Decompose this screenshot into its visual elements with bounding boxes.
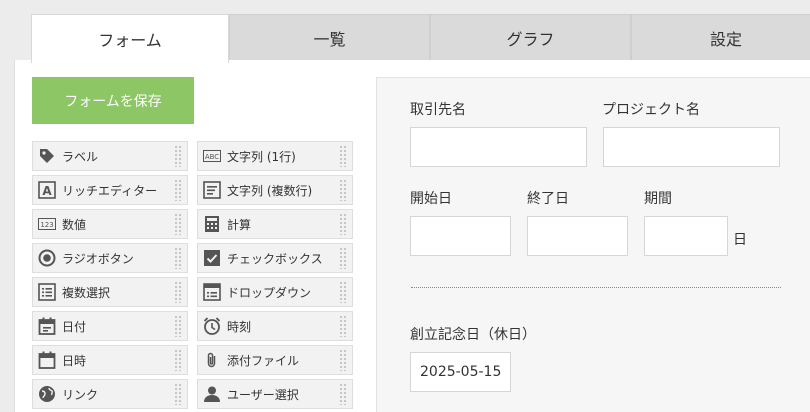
palette-item-attachment[interactable]: 添付ファイル xyxy=(197,345,353,375)
svg-text:123: 123 xyxy=(40,221,53,229)
drag-handle-icon[interactable] xyxy=(339,179,347,201)
client-name-field[interactable] xyxy=(410,127,587,167)
palette-item-text: 文字列 (複数行) xyxy=(227,183,313,198)
palette-item-text: 計算 xyxy=(227,217,252,232)
drag-handle-icon[interactable] xyxy=(339,145,347,167)
drag-handle-icon[interactable] xyxy=(339,281,347,303)
dropdown-icon xyxy=(203,283,221,301)
datetime-icon xyxy=(38,351,56,369)
tab-form[interactable]: フォーム xyxy=(31,14,229,63)
paperclip-icon xyxy=(203,351,221,369)
palette-item-multi-line[interactable]: 文字列 (複数行) xyxy=(197,175,353,205)
palette-item-dropdown[interactable]: ドロップダウン xyxy=(197,277,353,307)
radio-icon xyxy=(38,249,56,267)
drag-handle-icon[interactable] xyxy=(339,213,347,235)
palette-item-multi-select[interactable]: 複数選択 xyxy=(32,277,188,307)
end-date-label: 終了日 xyxy=(527,191,569,207)
tab-graph[interactable]: グラフ xyxy=(430,14,631,61)
drag-handle-icon[interactable] xyxy=(339,247,347,269)
palette-item-rich-editor[interactable]: A リッチエディター xyxy=(32,175,188,205)
drag-handle-icon[interactable] xyxy=(174,247,182,269)
period-unit: 日 xyxy=(733,232,747,248)
multiline-text-icon xyxy=(203,181,221,199)
start-date-field[interactable] xyxy=(410,216,511,256)
palette-item-number[interactable]: 123 数値 xyxy=(32,209,188,239)
palette-item-text: ラベル xyxy=(62,149,99,164)
drag-handle-icon[interactable] xyxy=(174,179,182,201)
tab-bar: フォーム 一覧 グラフ 設定 xyxy=(31,14,810,63)
user-icon xyxy=(203,385,221,403)
rich-editor-icon: A xyxy=(38,181,56,199)
drag-handle-icon[interactable] xyxy=(174,213,182,235)
period-field[interactable] xyxy=(644,216,728,256)
svg-text:A: A xyxy=(42,184,52,198)
palette-item-text: リンク xyxy=(62,387,99,402)
palette-item-text: 時刻 xyxy=(227,319,252,334)
palette-item-text: 数値 xyxy=(62,217,87,232)
palette-item-text: 日付 xyxy=(62,319,87,334)
calendar-icon xyxy=(38,317,56,335)
drag-handle-icon[interactable] xyxy=(339,383,347,405)
palette-item-text: 文字列 (1行) xyxy=(227,149,296,164)
anniversary-date-field[interactable]: 2025-05-15 xyxy=(410,352,511,392)
palette-item-datetime[interactable]: 日時 xyxy=(32,345,188,375)
checkbox-icon xyxy=(203,249,221,267)
multi-select-icon xyxy=(38,283,56,301)
drag-handle-icon[interactable] xyxy=(339,315,347,337)
number-icon: 123 xyxy=(38,215,56,233)
drag-handle-icon[interactable] xyxy=(339,349,347,371)
drag-handle-icon[interactable] xyxy=(174,383,182,405)
anniversary-label: 創立記念日（休日） xyxy=(410,327,536,343)
palette-item-text: ドロップダウン xyxy=(227,285,312,300)
palette-item-text: 添付ファイル xyxy=(227,353,300,368)
palette-item-label[interactable]: ラベル xyxy=(32,141,188,171)
clock-icon xyxy=(203,317,221,335)
palette-item-radio[interactable]: ラジオボタン xyxy=(32,243,188,273)
project-name-field[interactable] xyxy=(603,127,780,167)
form-editor-panel: フォームを保存 ラベル ABC 文字列 (1行) A リッチエディター 文字列 … xyxy=(14,60,810,412)
svg-text:ABC: ABC xyxy=(205,153,219,161)
tag-icon xyxy=(38,147,56,165)
tab-settings[interactable]: 設定 xyxy=(631,14,810,61)
palette-item-text: リッチエディター xyxy=(62,183,158,198)
drag-handle-icon[interactable] xyxy=(174,315,182,337)
start-date-label: 開始日 xyxy=(410,191,452,207)
palette-item-time[interactable]: 時刻 xyxy=(197,311,353,341)
tab-list[interactable]: 一覧 xyxy=(229,14,430,61)
calculator-icon xyxy=(203,215,221,233)
abc-text-icon: ABC xyxy=(203,147,221,165)
end-date-field[interactable] xyxy=(527,216,628,256)
palette-item-text: ラジオボタン xyxy=(62,251,134,266)
palette-item-checkbox[interactable]: チェックボックス xyxy=(197,243,353,273)
globe-icon xyxy=(38,385,56,403)
palette-item-text: 複数選択 xyxy=(62,285,111,300)
period-label: 期間 xyxy=(644,191,672,207)
palette-item-text: ユーザー選択 xyxy=(227,387,299,402)
drag-handle-icon[interactable] xyxy=(174,349,182,371)
drag-handle-icon[interactable] xyxy=(174,145,182,167)
palette-item-user-select[interactable]: ユーザー選択 xyxy=(197,379,353,409)
form-layout-area: 取引先名 プロジェクト名 開始日 終了日 期間 日 創立記念日（休日） 2025… xyxy=(376,77,810,412)
palette-item-date[interactable]: 日付 xyxy=(32,311,188,341)
client-name-label: 取引先名 xyxy=(410,102,466,118)
save-form-button[interactable]: フォームを保存 xyxy=(32,77,194,124)
palette-item-link[interactable]: リンク xyxy=(32,379,188,409)
project-name-label: プロジェクト名 xyxy=(602,102,700,118)
drag-handle-icon[interactable] xyxy=(174,281,182,303)
palette-item-calc[interactable]: 計算 xyxy=(197,209,353,239)
palette-item-single-line[interactable]: ABC 文字列 (1行) xyxy=(197,141,353,171)
palette-item-text: 日時 xyxy=(62,353,87,368)
section-divider xyxy=(411,287,781,288)
palette-item-text: チェックボックス xyxy=(227,251,323,266)
